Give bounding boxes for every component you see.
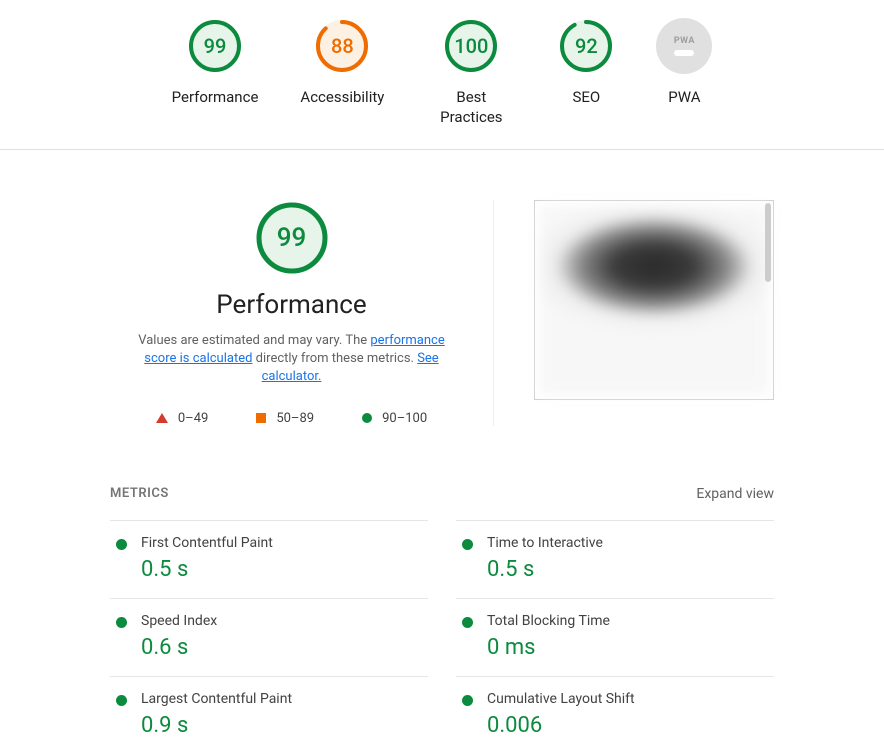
thumbnail-scrollbar[interactable] <box>765 203 771 282</box>
gauge-label: Best Practices <box>426 88 516 127</box>
status-pass-icon <box>116 695 127 706</box>
gauge-ring-icon: 92 <box>558 18 614 74</box>
legend-item: 0–49 <box>156 411 208 426</box>
metric-name: Speed Index <box>141 613 217 629</box>
metric-value: 0.6 s <box>141 635 217 660</box>
metric-row[interactable]: Time to Interactive 0.5 s <box>456 520 774 598</box>
metric-row[interactable]: First Contentful Paint 0.5 s <box>110 520 428 598</box>
performance-big-gauge: 99 <box>254 200 330 276</box>
metric-name: Time to Interactive <box>487 535 603 551</box>
performance-summary: 99 Performance Values are estimated and … <box>110 200 494 426</box>
metric-value: 0.5 s <box>487 557 603 582</box>
score-gauges-row: 99 Performance 88 Accessibility 100 Best Prac… <box>0 0 884 150</box>
thumbnail-image <box>540 206 768 394</box>
metric-value: 0.9 s <box>141 713 292 738</box>
gauge-score: 92 <box>558 18 614 74</box>
gauge-label: PWA <box>668 88 700 108</box>
screenshot-thumbnail[interactable] <box>534 200 774 400</box>
metric-value: 0.5 s <box>141 557 273 582</box>
metric-name: Cumulative Layout Shift <box>487 691 635 707</box>
metric-value: 0 ms <box>487 635 610 660</box>
score-legend: 0–49 50–89 90–100 <box>156 411 427 426</box>
gauge-label: Accessibility <box>300 88 384 108</box>
metric-name: Total Blocking Time <box>487 613 610 629</box>
gauge-ring-icon: 88 <box>314 18 370 74</box>
legend-item: 50–89 <box>256 411 314 426</box>
gauge-seo[interactable]: 92 SEO <box>558 18 614 127</box>
gauge-score: 99 <box>187 18 243 74</box>
desc-text: Values are estimated and may vary. The <box>138 333 370 348</box>
legend-label: 50–89 <box>276 411 314 426</box>
metric-name: First Contentful Paint <box>141 535 273 551</box>
square-icon <box>256 413 266 423</box>
expand-view-toggle[interactable]: Expand view <box>696 486 774 502</box>
gauge-score: 100 <box>443 18 499 74</box>
status-pass-icon <box>462 695 473 706</box>
performance-description: Values are estimated and may vary. The p… <box>122 332 462 387</box>
performance-title: Performance <box>216 290 366 320</box>
status-pass-icon <box>116 539 127 550</box>
pwa-badge-icon: PWA <box>656 18 712 74</box>
gauge-ring-icon: 99 <box>187 18 243 74</box>
status-pass-icon <box>116 617 127 628</box>
metric-value: 0.006 <box>487 713 635 738</box>
performance-big-score: 99 <box>254 200 330 276</box>
desc-text: directly from these metrics. <box>252 351 417 366</box>
legend-item: 90–100 <box>362 411 427 426</box>
circle-icon <box>362 413 372 423</box>
metrics-grid: First Contentful Paint0.5 sTime to Inter… <box>110 520 774 754</box>
metric-row[interactable]: Largest Contentful Paint 0.9 s <box>110 676 428 754</box>
metric-row[interactable]: Cumulative Layout Shift 0.006 <box>456 676 774 754</box>
gauge-performance[interactable]: 99 Performance <box>172 18 259 127</box>
gauge-best-practices[interactable]: 100 Best Practices <box>426 18 516 127</box>
metrics-section: METRICS Expand view First Contentful Pai… <box>0 426 884 754</box>
gauge-label: Performance <box>172 88 259 108</box>
status-pass-icon <box>462 539 473 550</box>
legend-label: 0–49 <box>178 411 208 426</box>
status-pass-icon <box>462 617 473 628</box>
metric-name: Largest Contentful Paint <box>141 691 292 707</box>
gauge-ring-icon: 100 <box>443 18 499 74</box>
gauge-pwa[interactable]: PWA PWA <box>656 18 712 127</box>
gauge-score: 88 <box>314 18 370 74</box>
gauge-accessibility[interactable]: 88 Accessibility <box>300 18 384 127</box>
performance-section: 99 Performance Values are estimated and … <box>0 150 884 426</box>
gauge-label: SEO <box>572 88 600 108</box>
metrics-header: METRICS Expand view <box>110 486 774 502</box>
metrics-heading: METRICS <box>110 486 169 501</box>
legend-label: 90–100 <box>382 411 427 426</box>
metric-row[interactable]: Speed Index 0.6 s <box>110 598 428 676</box>
triangle-icon <box>156 413 168 423</box>
metric-row[interactable]: Total Blocking Time 0 ms <box>456 598 774 676</box>
